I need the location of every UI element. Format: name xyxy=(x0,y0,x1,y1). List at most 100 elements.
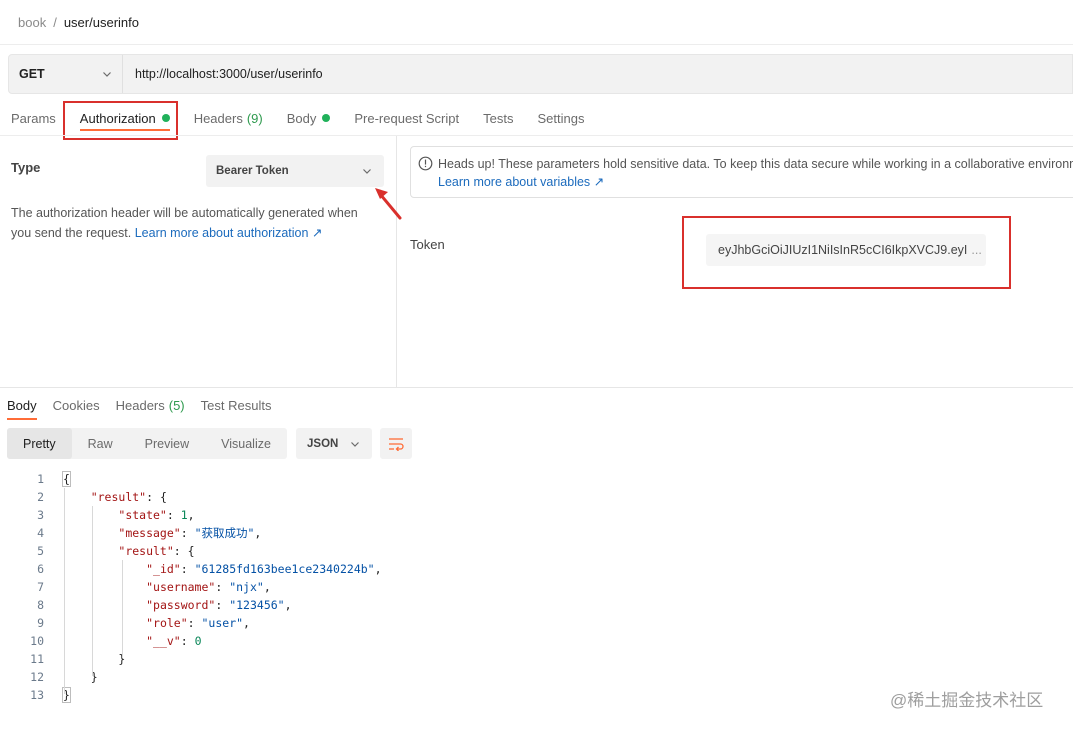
breadcrumb-collection[interactable]: book xyxy=(18,15,46,30)
tab-tests[interactable]: Tests xyxy=(483,102,513,134)
line-number: 9 xyxy=(37,616,44,630)
tab-cookies[interactable]: Cookies xyxy=(53,392,100,418)
learn-more-variables-link[interactable]: Learn more about variables ↗ xyxy=(438,173,1073,191)
code-line: 5 "result": { xyxy=(0,542,700,560)
auth-type-pane: Type Bearer Token The authorization head… xyxy=(0,136,397,387)
code-line: 3 "state": 1, xyxy=(0,506,700,524)
code-text: "username": "njx", xyxy=(146,580,271,594)
code-line: 7 "username": "njx", xyxy=(0,578,700,596)
code-line: 11 } xyxy=(0,650,700,668)
view-raw-button[interactable]: Raw xyxy=(72,428,129,459)
line-number: 10 xyxy=(30,634,44,648)
wrap-lines-icon xyxy=(389,437,404,451)
notice-text: Heads up! These parameters hold sensitiv… xyxy=(438,157,1073,171)
breadcrumb-separator: / xyxy=(53,14,57,30)
tab-settings[interactable]: Settings xyxy=(537,102,584,134)
tab-label: Test Results xyxy=(200,397,272,413)
code-line: 4 "message": "获取成功", xyxy=(0,524,700,542)
code-text: "password": "123456", xyxy=(146,598,292,612)
breadcrumb: book / user/userinfo xyxy=(18,13,139,31)
line-number: 1 xyxy=(37,472,44,486)
line-number: 13 xyxy=(30,688,44,702)
tab-response-body[interactable]: Body xyxy=(7,392,37,420)
tab-label: Settings xyxy=(537,110,585,126)
line-number: 2 xyxy=(37,490,44,504)
tab-body[interactable]: Body xyxy=(287,102,331,134)
tab-response-headers[interactable]: Headers (5) xyxy=(116,392,185,418)
tab-label: Pre-request Script xyxy=(354,110,460,126)
code-text: "_id": "61285fd163bee1ce2340224b", xyxy=(146,562,382,576)
code-line: 12 } xyxy=(0,668,700,686)
response-tabs: Body Cookies Headers (5) Test Results xyxy=(0,392,287,420)
line-number: 12 xyxy=(30,670,44,684)
chevron-down-icon xyxy=(351,441,359,447)
line-number: 4 xyxy=(37,526,44,540)
line-number: 7 xyxy=(37,580,44,594)
view-visualize-button[interactable]: Visualize xyxy=(205,428,287,459)
code-line: 10 "__v": 0 xyxy=(0,632,700,650)
method-label: GET xyxy=(19,67,45,81)
indent-guide xyxy=(122,560,123,658)
url-input[interactable]: http://localhost:3000/user/userinfo xyxy=(123,67,323,81)
info-icon xyxy=(418,156,433,171)
line-number: 5 xyxy=(37,544,44,558)
view-pretty-button[interactable]: Pretty xyxy=(7,428,72,459)
format-value: JSON xyxy=(307,437,339,450)
header-divider xyxy=(0,44,1073,45)
tab-count: (5) xyxy=(168,397,185,413)
wrap-lines-button[interactable] xyxy=(380,428,412,459)
indent-guide xyxy=(92,506,93,676)
auth-type-label: Type xyxy=(11,160,41,175)
tab-pre-request-script[interactable]: Pre-request Script xyxy=(354,102,459,134)
line-number: 6 xyxy=(37,562,44,576)
code-text: } xyxy=(62,687,71,703)
request-url-bar: GET http://localhost:3000/user/userinfo xyxy=(8,54,1073,94)
response-body-code[interactable]: 1{2 "result": {3 "state": 1, 4 "message":… xyxy=(0,470,700,704)
tab-label: Cookies xyxy=(52,397,100,413)
tab-label: Headers xyxy=(193,110,243,126)
code-line: 6 "_id": "61285fd163bee1ce2340224b", xyxy=(0,560,700,578)
view-preview-button[interactable]: Preview xyxy=(129,428,205,459)
tab-params[interactable]: Params xyxy=(11,102,56,134)
indent-guide xyxy=(64,488,65,694)
code-text: } xyxy=(63,652,126,666)
status-dot-icon xyxy=(322,114,331,122)
code-line: 1{ xyxy=(0,470,700,488)
tab-headers[interactable]: Headers (9) xyxy=(194,102,263,134)
sensitive-data-notice: Heads up! These parameters hold sensitiv… xyxy=(410,146,1073,198)
chevron-down-icon xyxy=(103,72,111,77)
watermark: @稀土掘金技术社区 xyxy=(890,691,1044,710)
code-line: 2 "result": { xyxy=(0,488,700,506)
method-select[interactable]: GET xyxy=(9,55,123,93)
chevron-down-icon xyxy=(363,169,371,174)
token-label: Token xyxy=(410,237,445,252)
tab-label: Params xyxy=(11,110,56,126)
learn-more-authorization-link[interactable]: Learn more about authorization ↗ xyxy=(135,226,323,240)
auth-description: The authorization header will be automat… xyxy=(11,203,381,243)
tab-label: Body xyxy=(286,110,317,126)
code-text: { xyxy=(62,471,71,487)
view-mode-group: Pretty Raw Preview Visualize xyxy=(7,428,287,459)
code-text: "result": { xyxy=(90,490,167,504)
line-number: 8 xyxy=(37,598,44,612)
annotation-highlight-box xyxy=(682,216,1011,289)
code-text: } xyxy=(63,670,98,684)
tab-label: Body xyxy=(7,397,37,413)
code-text: "message": "获取成功", xyxy=(118,526,262,540)
line-number: 11 xyxy=(30,652,44,666)
code-text: "state": 1, xyxy=(118,508,195,522)
line-number: 3 xyxy=(37,508,44,522)
code-line: 8 "password": "123456", xyxy=(0,596,700,614)
code-line: 9 "role": "user", xyxy=(0,614,700,632)
code-line: 13} xyxy=(0,686,700,704)
tab-label: Tests xyxy=(483,110,514,126)
response-divider[interactable] xyxy=(0,387,1073,388)
format-select[interactable]: JSON xyxy=(296,428,372,459)
tab-test-results[interactable]: Test Results xyxy=(201,392,272,418)
auth-type-value: Bearer Token xyxy=(216,165,289,177)
code-text: "result": { xyxy=(118,544,195,558)
auth-type-select[interactable]: Bearer Token xyxy=(206,155,384,187)
tab-count: (9) xyxy=(246,110,263,126)
tab-label: Headers xyxy=(115,397,165,413)
breadcrumb-request-name[interactable]: user/userinfo xyxy=(64,15,139,30)
